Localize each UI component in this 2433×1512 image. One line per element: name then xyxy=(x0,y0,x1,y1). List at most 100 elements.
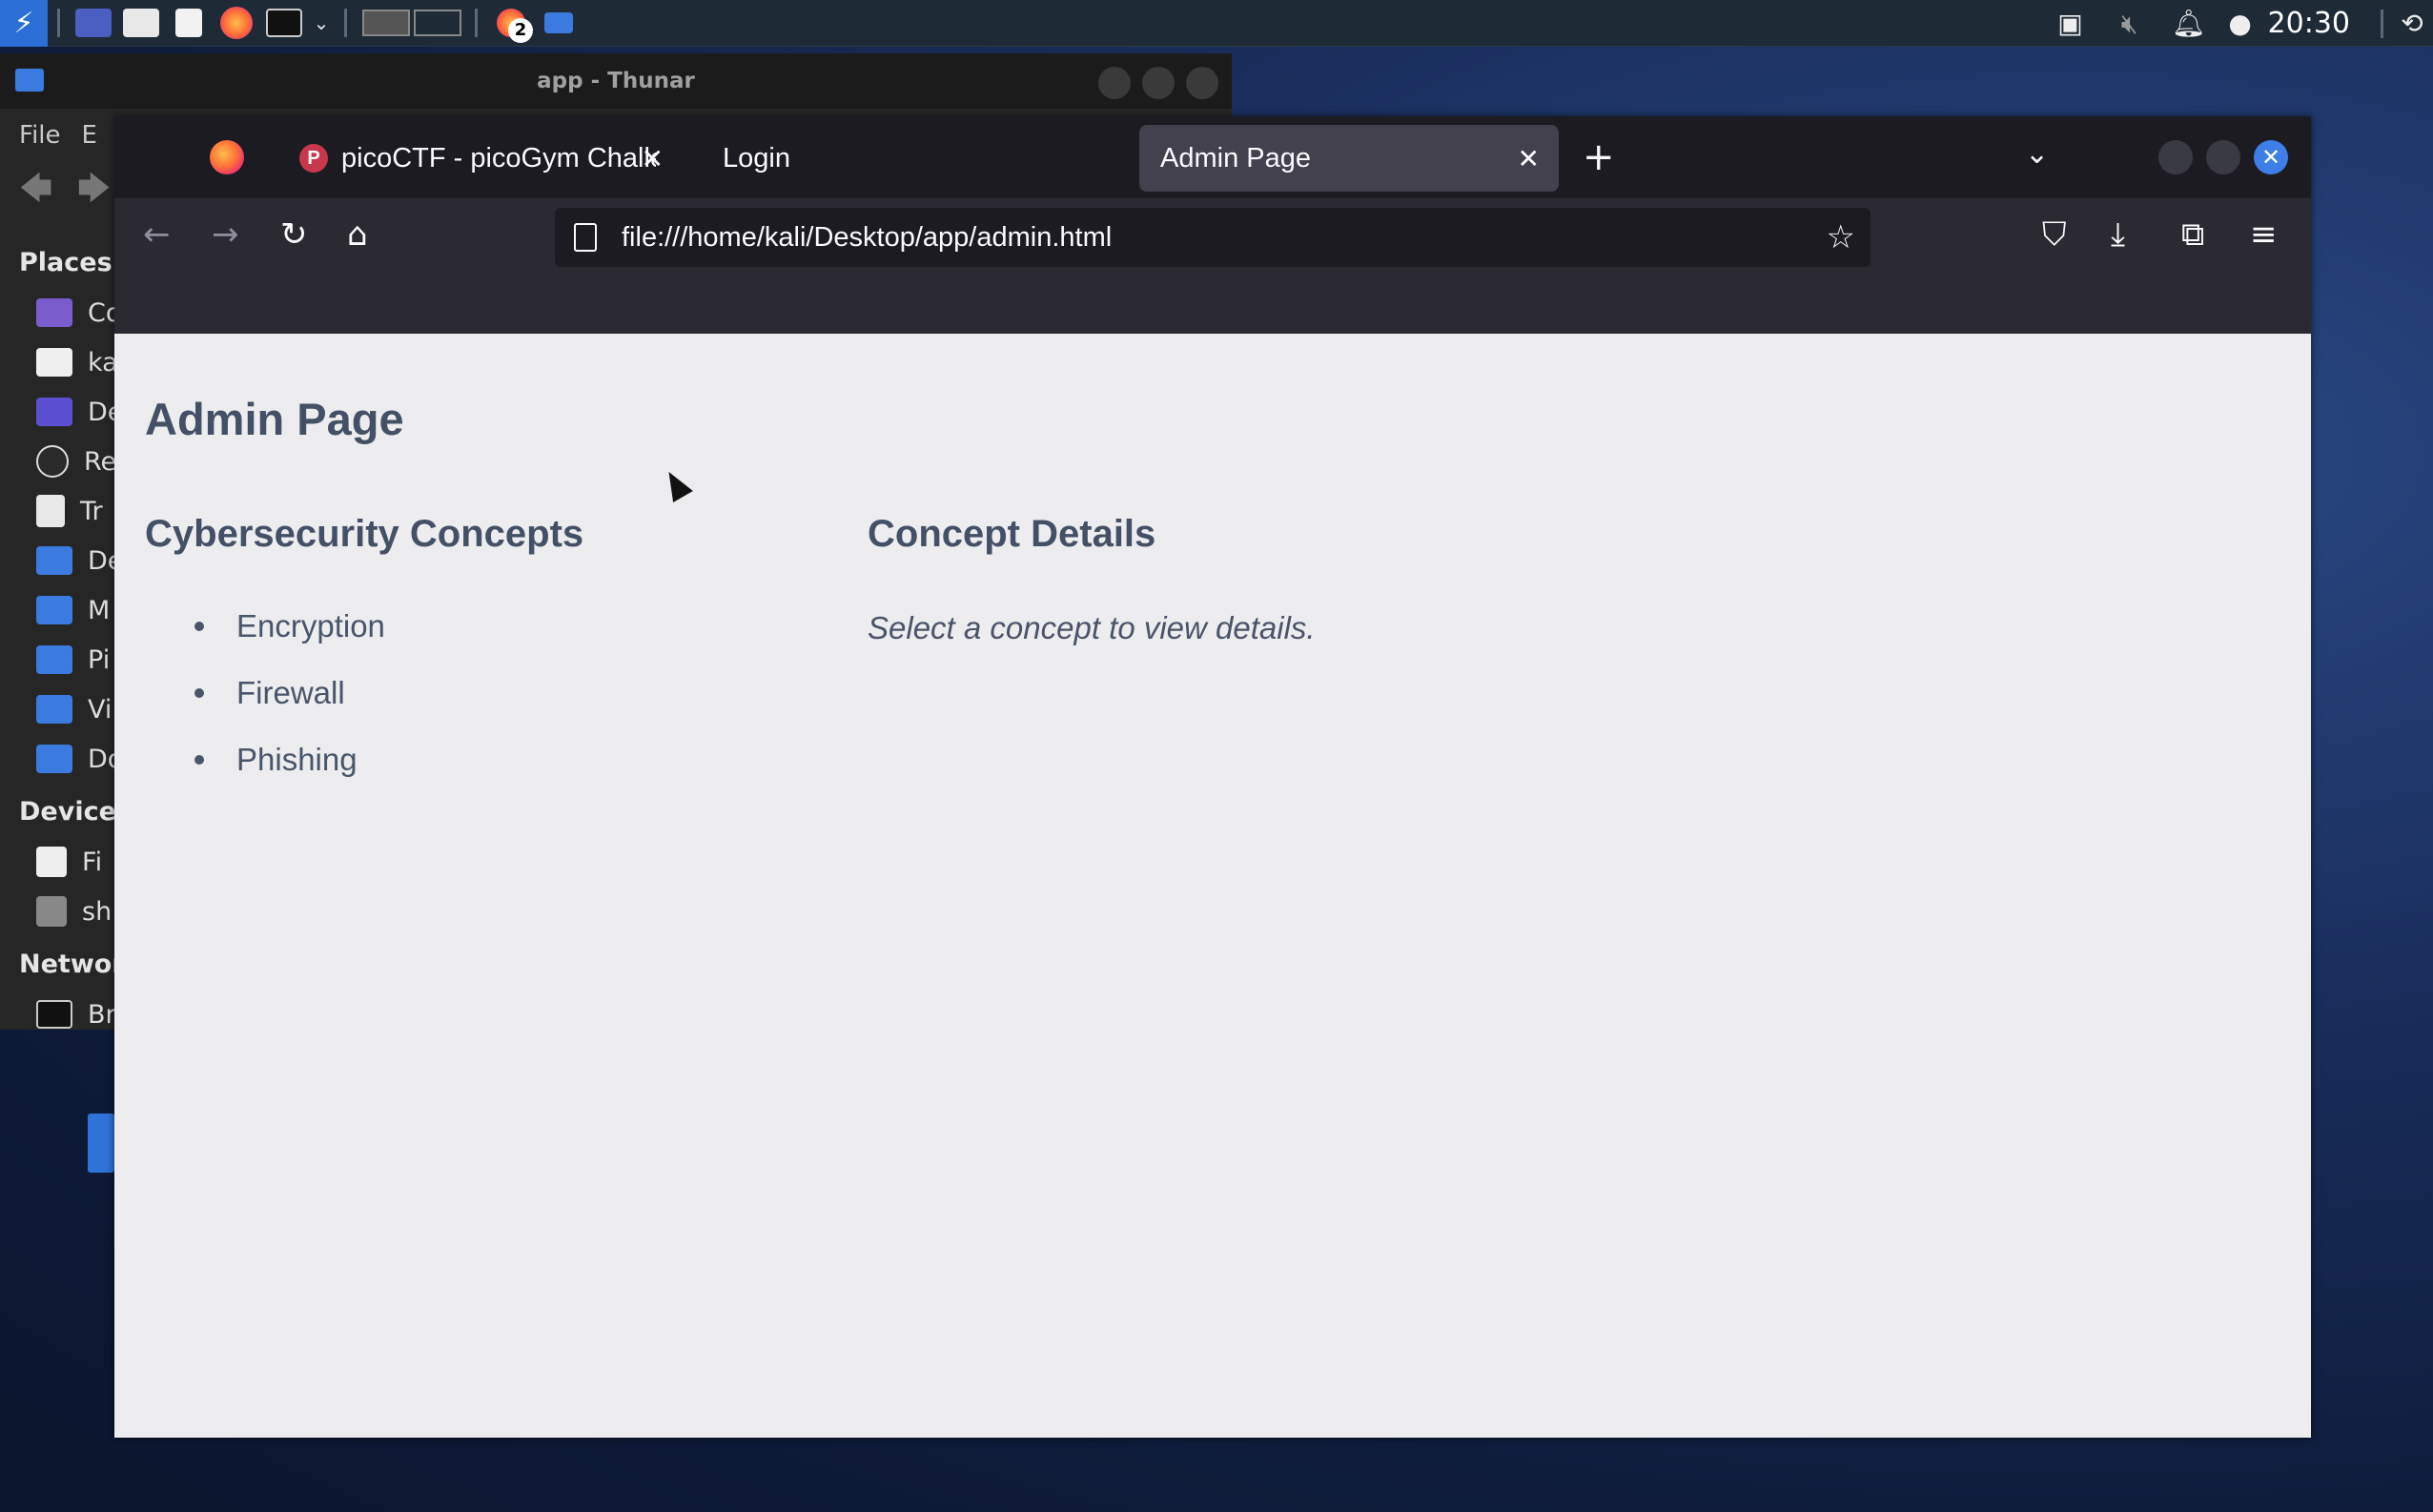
tab-bar: P picoCTF - picoGym Challe ✕ Login ✕ Adm… xyxy=(114,116,2311,198)
recent-icon xyxy=(36,445,69,478)
panel-separator xyxy=(57,9,60,37)
workspace-2[interactable] xyxy=(414,10,461,36)
music-folder-icon xyxy=(36,596,72,624)
videos-folder-icon xyxy=(36,695,72,724)
places-header: Places xyxy=(19,248,112,277)
chevron-down-icon[interactable]: ⌄ xyxy=(308,0,335,47)
thunar-title: app - Thunar xyxy=(537,69,695,93)
home-icon[interactable]: ⌂ xyxy=(347,215,368,254)
page-title: Admin Page xyxy=(145,394,404,444)
url-bar[interactable]: file:///home/kali/Desktop/app/admin.html… xyxy=(555,208,1871,267)
power-status-icon[interactable]: ● xyxy=(2218,0,2262,47)
reload-icon[interactable]: ↻ xyxy=(280,215,308,254)
notification-bell-icon[interactable]: 🔔︎ xyxy=(2159,0,2218,47)
sidebar-item-trash[interactable]: Tr xyxy=(0,486,114,536)
close-window-button[interactable]: ✕ xyxy=(2254,140,2288,174)
back-arrow-icon[interactable]: ← xyxy=(143,215,171,254)
taskbar-firefox-button[interactable]: 2 xyxy=(487,0,535,47)
show-desktop-icon[interactable] xyxy=(70,0,117,47)
tab-picoctf[interactable]: P picoCTF - picoGym Challe ✕ xyxy=(278,125,679,192)
new-tab-icon[interactable]: + xyxy=(1583,135,1615,179)
minimize-button[interactable] xyxy=(1098,67,1131,99)
sidebar-item-share[interactable]: sh xyxy=(0,887,114,936)
trash-icon xyxy=(36,495,65,527)
kali-menu-icon[interactable]: ⚡ xyxy=(0,0,48,47)
pocket-icon[interactable]: ⛉ xyxy=(2042,215,2067,254)
menu-file[interactable]: File xyxy=(19,121,61,150)
pictures-folder-icon xyxy=(36,645,72,674)
details-placeholder: Select a concept to view details. xyxy=(868,610,1316,645)
details-heading: Concept Details xyxy=(868,513,1156,555)
page-icon xyxy=(574,223,597,252)
documents-folder-icon xyxy=(36,546,72,575)
sidebar-item-pictures[interactable]: Pi xyxy=(0,635,114,684)
list-all-tabs-icon[interactable]: ⌄ xyxy=(2025,137,2049,171)
concept-item-encryption[interactable]: Encryption xyxy=(194,593,385,660)
close-tab-icon[interactable]: ✕ xyxy=(1518,143,1540,174)
firefox-launcher-icon[interactable] xyxy=(213,0,260,47)
sidebar-item-recent[interactable]: Re xyxy=(0,437,116,486)
desktop-icon xyxy=(36,398,72,426)
folder-icon xyxy=(15,69,44,92)
display-icon[interactable]: ▣ xyxy=(2041,0,2100,47)
page-content: Admin Page Cybersecurity Concepts Concep… xyxy=(114,334,2311,1438)
firefox-window: P picoCTF - picoGym Challe ✕ Login ✕ Adm… xyxy=(114,116,2311,1438)
tab-title: Admin Page xyxy=(1160,142,1311,174)
navigation-toolbar: ← → ↻ ⌂ file:///home/kali/Desktop/app/ad… xyxy=(114,198,2311,275)
bookmarks-toolbar xyxy=(114,275,2311,334)
forward-arrow-icon[interactable]: → xyxy=(212,215,239,254)
extensions-icon[interactable]: ⧉ xyxy=(2181,215,2204,254)
sidebar-item-videos[interactable]: Vi xyxy=(0,684,114,734)
back-arrow-icon[interactable]: 🡄 xyxy=(19,166,52,220)
text-editor-icon[interactable] xyxy=(165,0,213,47)
firefox-window-buttons: ✕ xyxy=(2158,140,2288,174)
url-text[interactable]: file:///home/kali/Desktop/app/admin.html xyxy=(622,222,1112,254)
close-button[interactable] xyxy=(1186,67,1218,99)
taskbar-thunar-button[interactable] xyxy=(535,0,583,47)
terminal-icon[interactable] xyxy=(260,0,308,47)
lock-drive-icon xyxy=(36,896,67,927)
tab-admin-page[interactable]: Admin Page ✕ xyxy=(1139,125,1559,192)
system-tray: ▣ 🔇︎ 🔔︎ ● 20:30 ⟲ xyxy=(2041,0,2433,47)
home-folder-icon xyxy=(36,348,72,377)
sidebar-item-computer[interactable]: Co xyxy=(0,288,121,337)
downloads-icon[interactable]: ⤓ xyxy=(2111,215,2125,254)
sidebar-item-music[interactable]: M xyxy=(0,585,114,635)
thunar-sidebar: Places Co ka De Re Tr De M Pi Vi Do Devi… xyxy=(0,235,132,1039)
desktop-folder-icon[interactable] xyxy=(88,1114,114,1173)
sidebar-item-browse-network[interactable]: Br xyxy=(0,990,116,1039)
volume-muted-icon[interactable]: 🔇︎ xyxy=(2100,0,2159,47)
workspace-switcher[interactable] xyxy=(362,10,465,36)
concepts-list: Encryption Firewall Phishing xyxy=(194,593,385,793)
hamburger-menu-icon[interactable]: ≡ xyxy=(2250,215,2278,254)
workspace-1[interactable] xyxy=(362,10,410,36)
minimize-button[interactable] xyxy=(2158,140,2193,174)
network-header: Networ xyxy=(19,950,125,979)
computer-icon xyxy=(36,298,72,327)
panel-separator xyxy=(475,9,478,37)
menu-edit[interactable]: E xyxy=(82,121,97,150)
window-count-badge: 2 xyxy=(508,17,533,43)
panel-separator xyxy=(344,9,347,37)
maximize-button[interactable] xyxy=(1142,67,1175,99)
bookmark-star-icon[interactable]: ☆ xyxy=(1827,218,1855,256)
thunar-titlebar[interactable]: app - Thunar xyxy=(0,53,1232,109)
sidebar-item-documents[interactable]: De xyxy=(0,536,123,585)
logout-icon[interactable]: ⟲ xyxy=(2391,0,2433,47)
top-panel: ⚡ ⌄ 2 ▣ 🔇︎ 🔔︎ ● 20:30 ⟲ xyxy=(0,0,2433,47)
concepts-heading: Cybersecurity Concepts xyxy=(145,513,584,555)
clock[interactable]: 20:30 xyxy=(2262,7,2373,40)
concept-item-phishing[interactable]: Phishing xyxy=(194,726,385,793)
forward-arrow-icon[interactable]: 🡆 xyxy=(77,166,111,220)
sidebar-item-desktop[interactable]: De xyxy=(0,387,123,437)
maximize-button[interactable] xyxy=(2206,140,2240,174)
sidebar-item-home[interactable]: ka xyxy=(0,337,118,387)
downloads-folder-icon xyxy=(36,745,72,773)
firefox-view-icon[interactable] xyxy=(210,140,244,174)
drive-icon xyxy=(36,847,67,877)
concept-item-firewall[interactable]: Firewall xyxy=(194,660,385,726)
sidebar-item-downloads[interactable]: Do xyxy=(0,734,123,784)
sidebar-item-filesystem[interactable]: Fi xyxy=(0,837,114,887)
file-manager-icon[interactable] xyxy=(117,0,165,47)
close-tab-icon[interactable]: ✕ xyxy=(642,143,664,174)
